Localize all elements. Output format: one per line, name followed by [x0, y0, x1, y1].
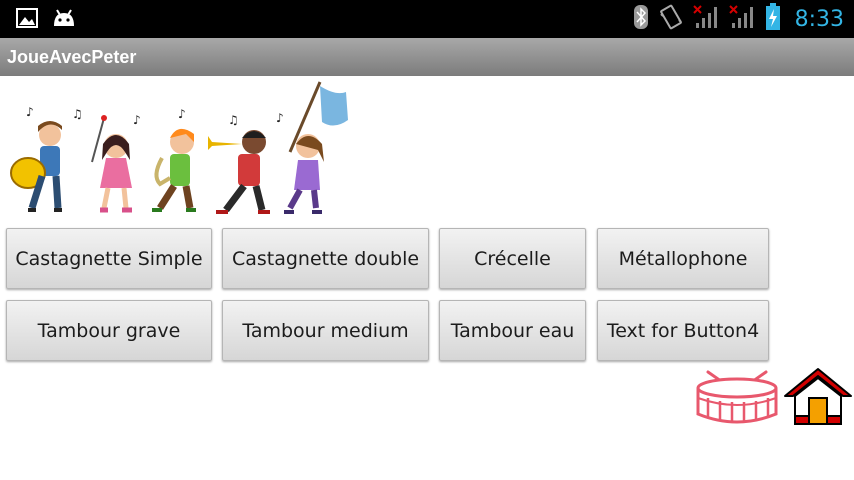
status-bar: 8:33: [0, 0, 854, 38]
battery-charging-icon: [765, 3, 781, 35]
vibrate-icon: [659, 4, 683, 34]
castagnette-double-button[interactable]: Castagnette double: [222, 228, 429, 289]
tambour-medium-button[interactable]: Tambour medium: [222, 300, 429, 361]
app-title: JoueAvecPeter: [7, 47, 137, 67]
svg-text:♪: ♪: [276, 111, 284, 125]
signal-no-service-icon: [728, 4, 755, 34]
clock: 8:33: [794, 6, 844, 32]
castagnette-simple-button[interactable]: Castagnette Simple: [6, 228, 212, 289]
action-bar: JoueAvecPeter: [0, 38, 854, 76]
crecelle-button[interactable]: Crécelle: [439, 228, 586, 289]
signal-no-service-icon: [692, 4, 719, 34]
svg-text:♫: ♫: [228, 113, 239, 127]
android-icon: [52, 9, 76, 31]
svg-text:♪: ♪: [26, 105, 34, 119]
tambour-eau-button[interactable]: Tambour eau: [439, 300, 586, 361]
metallophone-button[interactable]: Métallophone: [597, 228, 769, 289]
button4[interactable]: Text for Button4: [597, 300, 769, 361]
svg-text:♪: ♪: [178, 107, 186, 121]
home-icon[interactable]: [783, 366, 853, 426]
svg-text:♪: ♪: [133, 113, 141, 127]
svg-text:♫: ♫: [72, 107, 83, 121]
marching-band-banner: ♪ ♫ ♪ ♪ ♫ ♪: [0, 80, 360, 222]
tambour-grave-button[interactable]: Tambour grave: [6, 300, 212, 361]
image-icon: [16, 8, 38, 32]
drum-icon[interactable]: [694, 368, 780, 426]
bluetooth-icon: [633, 4, 649, 34]
